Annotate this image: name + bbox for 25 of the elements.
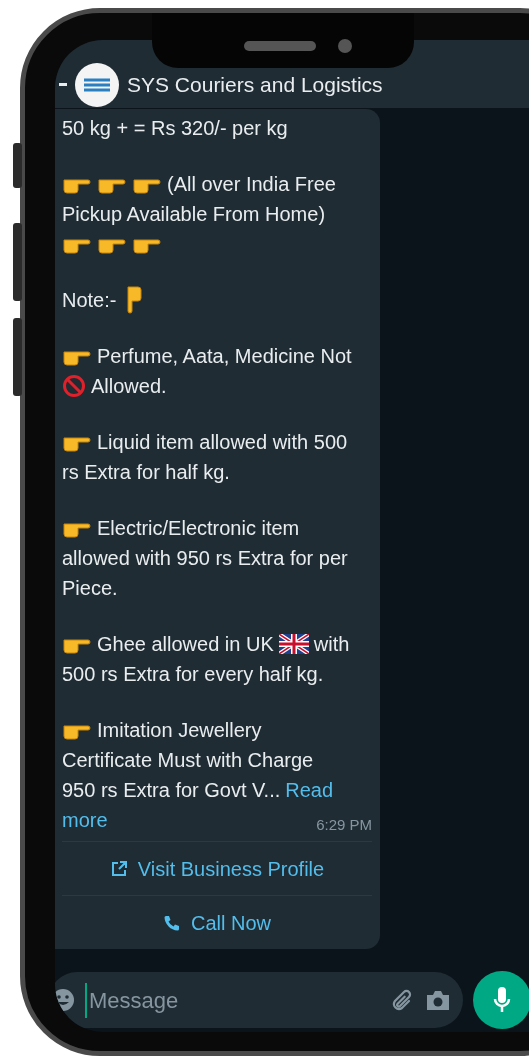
message-text: Perfume, Aata, Medicine Not — [97, 344, 352, 369]
message-field[interactable]: Message — [55, 972, 463, 1028]
message-text: 500 rs Extra for every half kg. — [62, 662, 324, 687]
message-input[interactable]: Message — [85, 982, 379, 1018]
profile-button[interactable]: Visit Business Profile — [62, 841, 372, 895]
message-text: (All over India Free — [167, 172, 336, 197]
message-text: Piece. — [62, 576, 118, 601]
read-more-link[interactable]: more — [62, 805, 108, 835]
message-text: Electric/Electronic item — [97, 516, 300, 541]
message-text: Allowed. — [91, 374, 167, 399]
message-text: 50 kg + = Rs 320/- per kg — [62, 116, 288, 141]
message-text: Note:- — [62, 288, 117, 313]
message-text: Certificate Must with Charge — [62, 748, 314, 773]
message-text: Liquid item allowed with 500 — [97, 430, 348, 455]
message-text: Ghee allowed in UK — [97, 632, 274, 657]
message-text: allowed with 950 rs Extra for per — [62, 546, 348, 571]
read-more-link[interactable]: Read — [285, 775, 334, 805]
message-time: 6:29 PM — [316, 815, 372, 835]
message-text: Pickup Available From Home) — [62, 202, 326, 227]
message-text: rs Extra for half kg. — [62, 460, 230, 485]
contact-name[interactable]: SYS Couriers and Logistics — [127, 69, 383, 101]
message-text: Imitation Jewellery — [97, 718, 262, 743]
message-text: 950 rs Extra for Govt V... — [62, 778, 281, 803]
message-text: with — [313, 632, 350, 657]
call-button[interactable]: Call Now — [62, 895, 372, 949]
